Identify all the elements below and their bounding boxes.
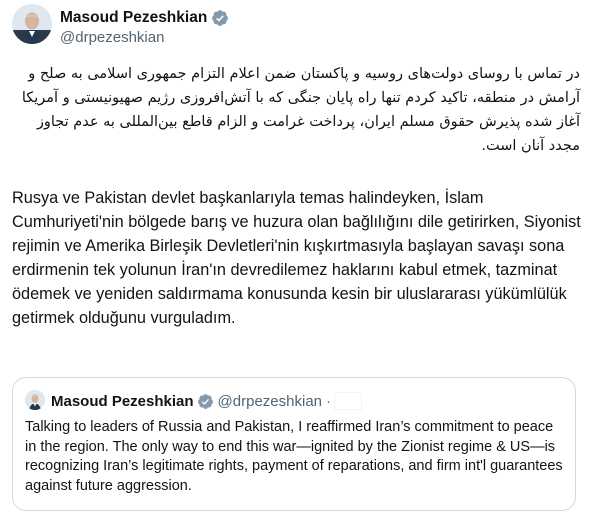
separator-dot: · xyxy=(326,392,331,410)
verified-badge-icon[interactable] xyxy=(211,9,229,27)
post-header: Masoud Pezeshkian @drpezeshkian xyxy=(12,4,572,50)
quoted-author-avatar xyxy=(25,390,45,410)
quoted-post[interactable]: Masoud Pezeshkian @drpezeshkian · Talkin… xyxy=(12,377,576,511)
quoted-author-row: Masoud Pezeshkian @drpezeshkian · xyxy=(51,390,361,412)
author-handle[interactable]: @drpezeshkian xyxy=(60,29,164,46)
redacted-timestamp xyxy=(335,393,361,409)
author-name[interactable]: Masoud Pezeshkian xyxy=(60,9,207,27)
author-avatar[interactable] xyxy=(12,4,52,44)
post-text-farsi: در تماس با روسای دولت‌های روسیه و پاکستا… xyxy=(21,66,580,154)
quoted-post-text: Talking to leaders of Russia and Pakista… xyxy=(25,419,563,494)
post-text-turkish: Rusya ve Pakistan devlet başkanlarıyla t… xyxy=(12,189,581,327)
verified-badge-icon xyxy=(197,393,214,410)
quoted-author-handle: @drpezeshkian xyxy=(217,392,322,410)
author-name-row: Masoud Pezeshkian xyxy=(60,8,229,28)
quoted-author-name: Masoud Pezeshkian xyxy=(51,392,194,410)
